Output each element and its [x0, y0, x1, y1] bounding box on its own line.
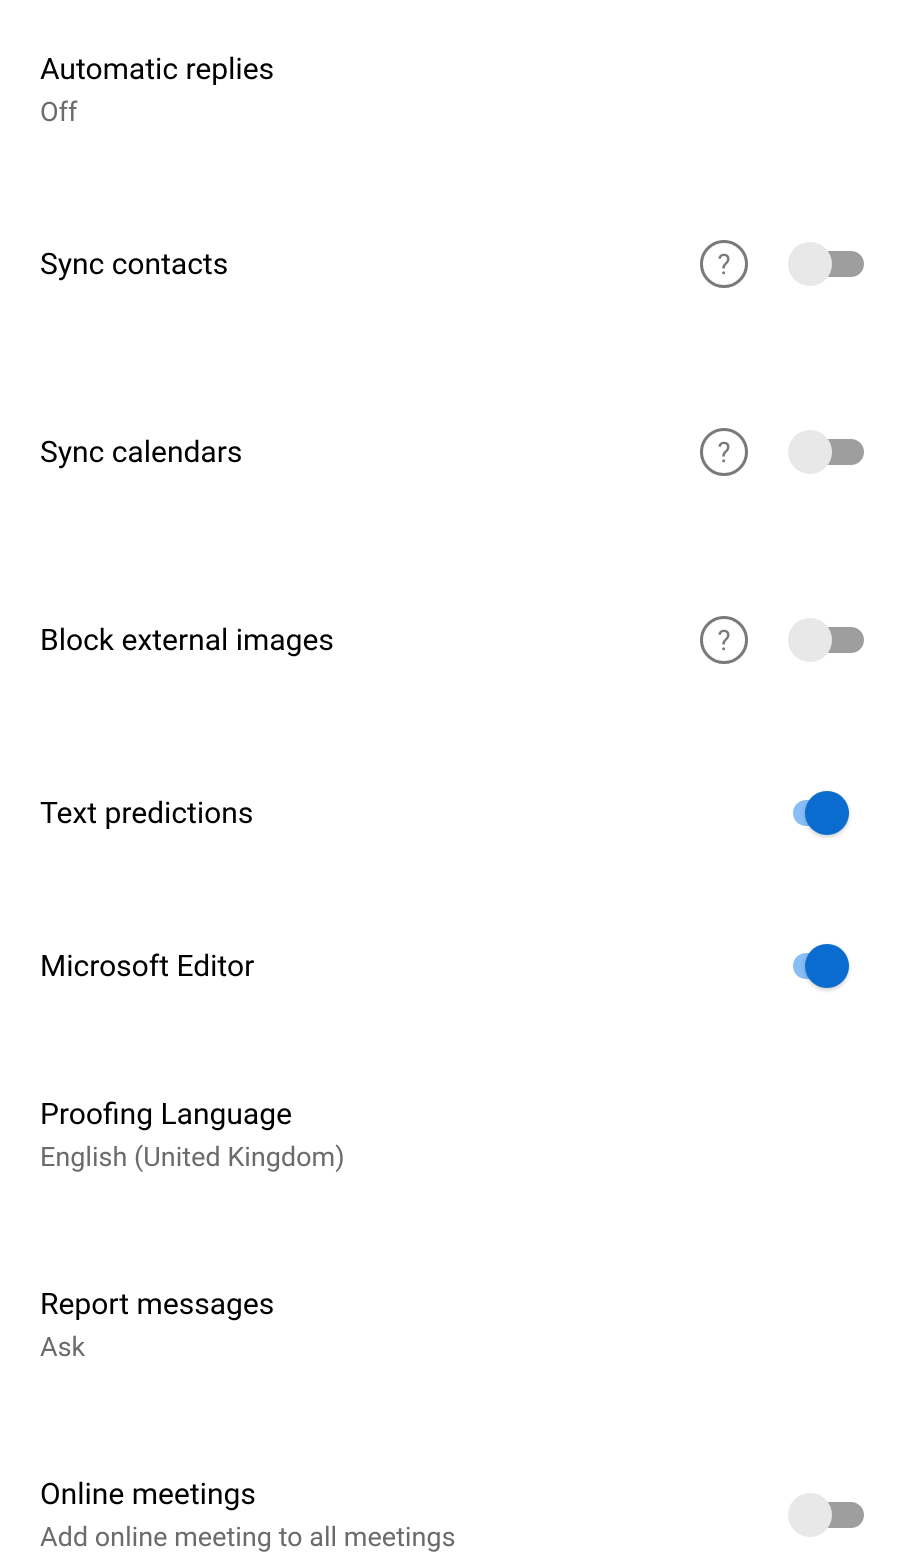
- sync-contacts-row: Sync contacts ?: [0, 170, 904, 358]
- sync-calendars-row: Sync calendars ?: [0, 358, 904, 546]
- microsoft-editor-row: Microsoft Editor: [0, 892, 904, 1040]
- sync-contacts-toggle[interactable]: [788, 240, 864, 288]
- toggle-thumb: [805, 944, 849, 988]
- automatic-replies-row[interactable]: Automatic replies Off: [0, 0, 904, 170]
- setting-title: Proofing Language: [40, 1095, 345, 1134]
- help-icon[interactable]: ?: [700, 240, 748, 288]
- online-meetings-toggle[interactable]: [788, 1491, 864, 1539]
- text-predictions-toggle[interactable]: [773, 789, 849, 837]
- toggle-thumb: [788, 1493, 832, 1537]
- setting-title: Automatic replies: [40, 50, 274, 89]
- block-external-images-toggle[interactable]: [788, 616, 864, 664]
- setting-title: Sync contacts: [40, 245, 700, 284]
- toggle-thumb: [788, 430, 832, 474]
- setting-title: Report messages: [40, 1285, 274, 1324]
- toggle-thumb: [805, 791, 849, 835]
- toggle-thumb: [788, 242, 832, 286]
- proofing-language-row[interactable]: Proofing Language English (United Kingdo…: [0, 1040, 904, 1230]
- block-external-images-row: Block external images ?: [0, 546, 904, 734]
- setting-title: Block external images: [40, 621, 700, 660]
- toggle-thumb: [788, 618, 832, 662]
- setting-value: Off: [40, 95, 274, 130]
- setting-title: Sync calendars: [40, 433, 700, 472]
- report-messages-row[interactable]: Report messages Ask: [0, 1230, 904, 1420]
- setting-title: Microsoft Editor: [40, 947, 773, 986]
- online-meetings-row: Online meetings Add online meeting to al…: [0, 1420, 904, 1555]
- help-icon[interactable]: ?: [700, 428, 748, 476]
- help-icon[interactable]: ?: [700, 616, 748, 664]
- setting-subtitle: Add online meeting to all meetings: [40, 1520, 788, 1555]
- setting-title: Online meetings: [40, 1475, 788, 1514]
- settings-list: Automatic replies Off Sync contacts ? Sy…: [0, 0, 904, 1555]
- sync-calendars-toggle[interactable]: [788, 428, 864, 476]
- text-predictions-row: Text predictions: [0, 734, 904, 892]
- microsoft-editor-toggle[interactable]: [773, 942, 849, 990]
- setting-title: Text predictions: [40, 794, 773, 833]
- setting-value: English (United Kingdom): [40, 1140, 345, 1175]
- setting-value: Ask: [40, 1330, 274, 1365]
